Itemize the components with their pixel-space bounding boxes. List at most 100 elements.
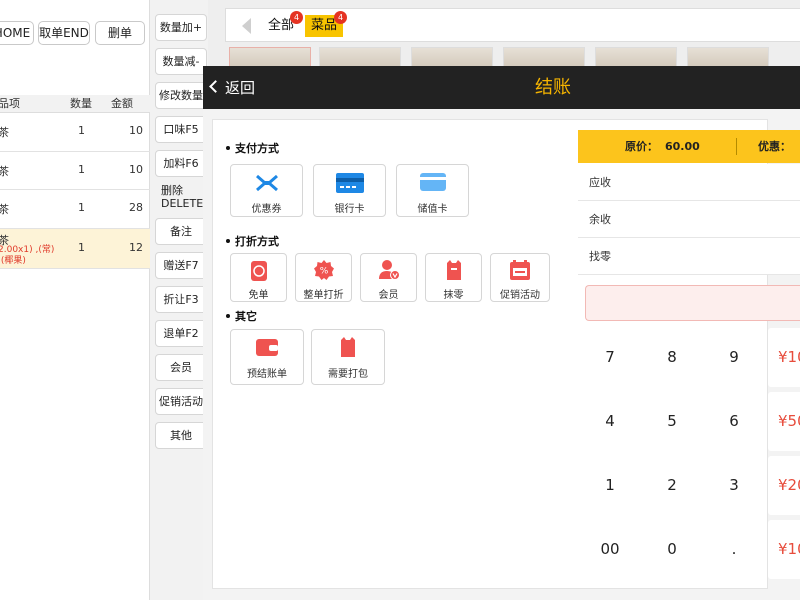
payment-amount-input[interactable] (585, 285, 800, 321)
action-column: 数量加+ 数量减- 修改数量 口味F5 加料F6 删除 DELETE 备注 赠送… (150, 0, 208, 600)
price-summary-bar: 原价： 60.00 优惠： (578, 130, 800, 163)
dish-thumbnail[interactable] (411, 47, 493, 67)
tab-dishes[interactable]: 菜品 4 (305, 11, 347, 37)
flavor-button[interactable]: 口味F5 (155, 116, 207, 143)
whole-order-discount-button[interactable]: % 整单打折 (295, 253, 352, 302)
remark-button[interactable]: 备注 (155, 218, 207, 245)
summary-divider (736, 138, 737, 155)
dish-thumbnail[interactable] (319, 47, 401, 67)
retrieve-order-button[interactable]: 取单END (38, 21, 90, 45)
bank-card-label: 银行卡 (334, 204, 365, 215)
dish-thumbnail[interactable] (687, 47, 769, 67)
order-item-amount: 10 (129, 124, 143, 137)
qty-increase-button[interactable]: 数量加+ (155, 14, 207, 41)
discount-button[interactable]: 折让F3 (155, 286, 207, 313)
round-off-label: 抹零 (443, 290, 464, 301)
checkout-calculator: 原价： 60.00 优惠： 应收 余收 找零 7 8 9 ¥100 4 5 6 … (578, 130, 800, 600)
other-section-title: 其它 (226, 308, 257, 324)
order-item-amount: 10 (129, 162, 143, 176)
key-00[interactable]: 00 (582, 520, 638, 579)
receivable-row: 应收 (578, 164, 800, 201)
key-5[interactable]: 5 (644, 392, 700, 451)
key-50-yuan[interactable]: ¥50 (768, 392, 800, 451)
promotion-activity-label: 促销活动 (500, 290, 540, 301)
order-row[interactable]: 茶 1 28 (0, 190, 150, 229)
promotion-activity-button[interactable]: 促销活动 (490, 253, 550, 302)
key-decimal[interactable]: . (706, 520, 762, 579)
promotion-button[interactable]: 促销活动 (155, 388, 207, 415)
order-table-header: 品项 数量 金额 (0, 95, 150, 113)
stored-value-card-icon (419, 173, 446, 191)
pre-checkout-bill-label: 预结账单 (247, 369, 287, 380)
pre-checkout-bill-button[interactable]: 预结账单 (230, 329, 304, 385)
key-9[interactable]: 9 (706, 328, 762, 387)
gift-button[interactable]: 赠送F7 (155, 252, 207, 279)
key-3[interactable]: 3 (706, 456, 762, 515)
dish-thumbnail[interactable] (595, 47, 677, 67)
tab-dishes-badge: 4 (334, 11, 347, 24)
order-item-name: 茶 (0, 203, 9, 216)
bank-card-icon (335, 173, 364, 193)
key-20-yuan[interactable]: ¥20 (768, 456, 800, 515)
coupon-button[interactable]: 优惠券 (230, 164, 303, 217)
dish-thumbnail[interactable] (229, 47, 311, 67)
column-item: 品项 (0, 97, 20, 110)
order-item-qty: 1 (78, 240, 85, 254)
modal-title: 结账 (535, 77, 571, 98)
category-bar: 全部 4 菜品 4 (225, 8, 800, 42)
order-row[interactable]: 茶 1 10 (0, 152, 150, 190)
key-100-yuan[interactable]: ¥100 (768, 328, 800, 387)
discount-amount-label: 优惠： (758, 140, 791, 153)
stored-value-card-label: 储值卡 (417, 204, 448, 215)
stored-value-card-button[interactable]: 储值卡 (396, 164, 469, 217)
scroll-left-icon[interactable] (242, 18, 251, 34)
order-item-note: 2.00x1) ,(常) ,(椰果) (0, 244, 55, 266)
order-row[interactable]: 茶 1 10 (0, 113, 150, 152)
return-item-button[interactable]: 退单F2 (155, 320, 207, 347)
delete-order-button[interactable]: 删单 (95, 21, 145, 45)
order-row-selected[interactable]: 茶 2.00x1) ,(常) ,(椰果) 1 12 (0, 228, 150, 269)
need-packing-button[interactable]: 需要打包 (311, 329, 385, 385)
edit-qty-button[interactable]: 修改数量 (155, 82, 207, 109)
order-item-qty: 1 (78, 201, 85, 214)
delete-item-button[interactable]: 删除 DELETE (155, 184, 207, 212)
key-0[interactable]: 0 (644, 520, 700, 579)
free-order-label: 免单 (248, 290, 269, 301)
member-icon (378, 260, 400, 280)
key-4[interactable]: 4 (582, 392, 638, 451)
home-button[interactable]: HOME (0, 21, 34, 45)
bank-card-button[interactable]: 银行卡 (313, 164, 386, 217)
key-2[interactable]: 2 (644, 456, 700, 515)
svg-text:%: % (319, 267, 328, 277)
member-button[interactable]: 会员 (155, 354, 207, 381)
whole-order-discount-label: 整单打折 (303, 290, 344, 301)
order-item-amount: 12 (129, 240, 143, 254)
key-10-yuan[interactable]: ¥10 (768, 520, 800, 579)
tab-all[interactable]: 全部 4 (268, 11, 303, 37)
order-item-qty: 1 (78, 162, 85, 176)
key-1[interactable]: 1 (582, 456, 638, 515)
key-8[interactable]: 8 (644, 328, 700, 387)
free-order-button[interactable]: 免单 (230, 253, 287, 302)
key-6[interactable]: 6 (706, 392, 762, 451)
bag-icon (341, 337, 355, 357)
change-row: 找零 (578, 238, 800, 275)
order-item-name: 茶 (0, 126, 9, 139)
round-off-button[interactable]: 抹零 (425, 253, 482, 302)
coupon-icon (255, 174, 278, 192)
other-button[interactable]: 其他 (155, 422, 207, 449)
original-price-label: 原价： (625, 140, 658, 153)
percent-discount-icon: % (313, 260, 334, 280)
tab-dishes-label: 菜品 (311, 18, 338, 33)
member-discount-button[interactable]: 会员 (360, 253, 417, 302)
payment-section-title: 支付方式 (226, 140, 279, 156)
discount-section-title: 打折方式 (226, 233, 279, 249)
qty-decrease-button[interactable]: 数量减- (155, 48, 207, 75)
dish-thumbnail[interactable] (503, 47, 585, 67)
order-item-amount: 28 (129, 201, 143, 214)
add-topping-button[interactable]: 加料F6 (155, 150, 207, 177)
received-row: 余收 (578, 201, 800, 238)
column-qty: 数量 (70, 97, 92, 110)
key-7[interactable]: 7 (582, 328, 638, 387)
member-discount-label: 会员 (378, 290, 399, 301)
